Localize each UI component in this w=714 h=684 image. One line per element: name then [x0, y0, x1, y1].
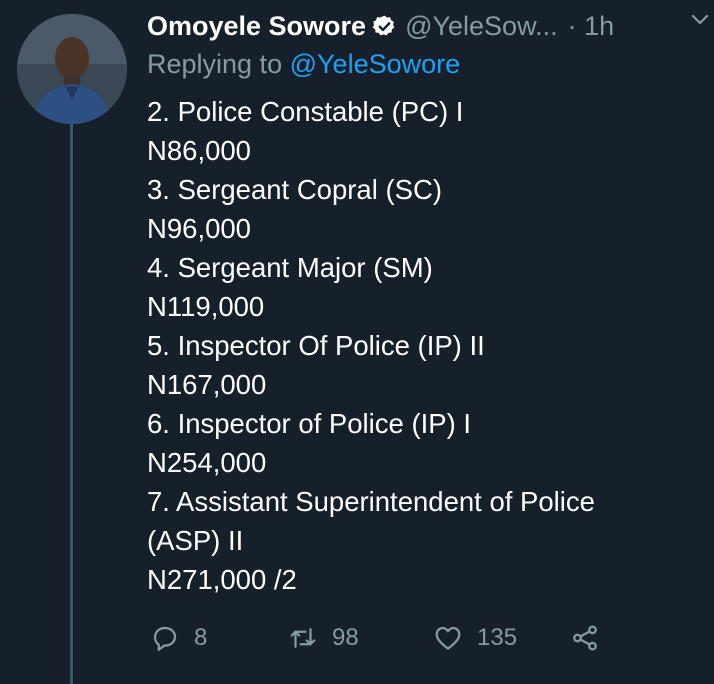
- tweet-line: (ASP) II: [147, 525, 244, 556]
- retweet-icon: [290, 628, 316, 648]
- tweet-line: 5. Inspector Of Police (IP) II: [147, 330, 485, 361]
- tweet-line: N86,000: [147, 135, 251, 166]
- retweet-count: 98: [332, 624, 359, 651]
- reply-count: 8: [194, 624, 208, 651]
- like-count: 135: [477, 624, 518, 651]
- heart-icon: [435, 626, 461, 650]
- avatar-image: [17, 14, 127, 124]
- reply-button[interactable]: 8: [150, 618, 207, 658]
- thread-line: [70, 124, 73, 684]
- tweet-line: N96,000: [147, 213, 251, 244]
- tweet-line: N271,000 /2: [147, 564, 297, 595]
- reply-icon: [153, 626, 177, 651]
- verified-badge-icon: [372, 15, 395, 35]
- author-name[interactable]: Omoyele Sowore: [147, 11, 366, 42]
- replying-to-mention[interactable]: @YeleSowore: [290, 49, 461, 79]
- tweet-time[interactable]: · 1h: [568, 11, 615, 42]
- tweet-line: 2. Police Constable (PC) I: [147, 96, 464, 127]
- chevron-down-icon[interactable]: [690, 10, 710, 30]
- tweet-line: 4. Sergeant Major (SM): [147, 252, 433, 283]
- like-button[interactable]: 135: [433, 618, 517, 658]
- tweet-actions: 8 98 135: [150, 618, 620, 658]
- tweet-line: N167,000: [147, 369, 267, 400]
- tweet-line: 7. Assistant Superintendent of Police: [147, 486, 595, 517]
- tweet-text: 2. Police Constable (PC) I N86,000 3. Se…: [147, 92, 687, 599]
- replying-to: Replying to @YeleSowore: [147, 49, 460, 80]
- retweet-button[interactable]: 98: [288, 618, 359, 658]
- share-icon: [573, 625, 597, 651]
- tweet-line: 6. Inspector of Police (IP) I: [147, 408, 472, 439]
- share-button[interactable]: [570, 618, 614, 658]
- tweet-line: N254,000: [147, 447, 267, 478]
- replying-to-label: Replying to: [147, 49, 283, 79]
- tweet-line: N119,000: [147, 291, 265, 322]
- avatar[interactable]: [17, 14, 127, 124]
- author-handle[interactable]: @YeleSow...: [405, 11, 558, 42]
- tweet-line: 3. Sergeant Copral (SC): [147, 174, 442, 205]
- tweet-header: Omoyele Sowore @YeleSow... · 1h: [147, 6, 700, 46]
